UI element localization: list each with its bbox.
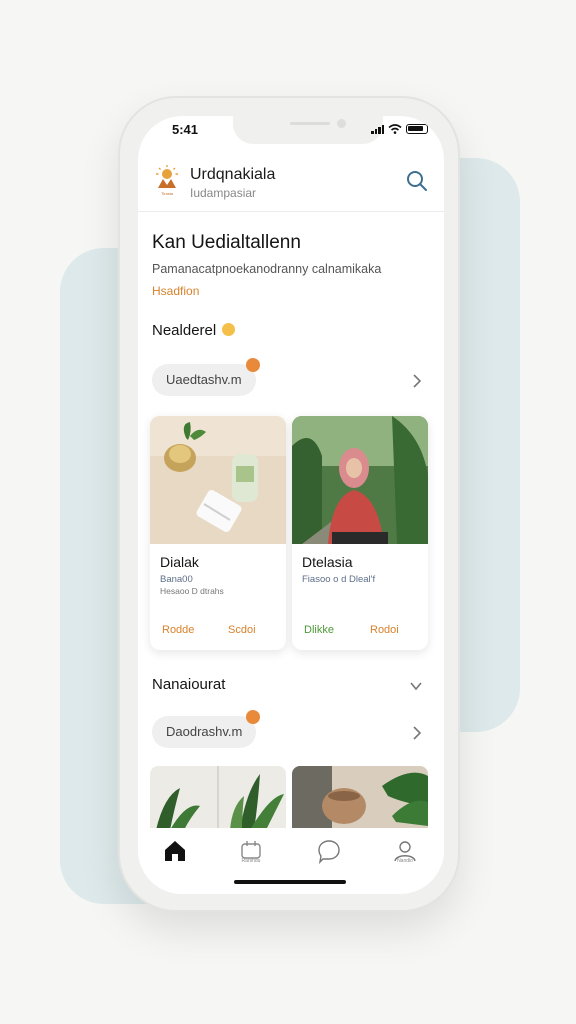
card-title: Dialak: [160, 554, 199, 570]
card-subtitle: Bana00: [160, 574, 193, 585]
speaker: [290, 122, 330, 125]
phone-screen: 5:41 Tirasta Urdqnakiala Iudampasiar Kan…: [138, 116, 444, 894]
card-action-secondary[interactable]: Rodoi: [370, 624, 399, 636]
phone-frame: 5:41 Tirasta Urdqnakiala Iudampasiar Kan…: [118, 96, 460, 912]
tab-label-profile: Nandio: [397, 858, 413, 864]
notch: [233, 116, 383, 144]
thumbnail-plants-image: [150, 766, 286, 830]
filter-chip-1-label: Uaedtashv.m: [166, 372, 242, 387]
notification-badge: [246, 710, 261, 724]
status-icons: [371, 124, 428, 134]
card-subtitle: Fiasoo o d Dleal'f: [302, 574, 376, 585]
section-title-1-label: Nealderel: [152, 322, 217, 339]
product-card-2[interactable]: Dtelasia Fiasoo o d Dleal'f Dlikke Rodoi: [292, 416, 428, 650]
notification-badge: [245, 358, 260, 372]
card-action-primary[interactable]: Rodde: [162, 624, 194, 636]
hero-title: Kan Uedialtallenn: [152, 232, 301, 253]
card-action-primary[interactable]: Dlikke: [304, 624, 334, 636]
card-image-2: [292, 416, 428, 544]
home-indicator: [234, 880, 346, 884]
card-action-secondary[interactable]: Scdoi: [228, 624, 256, 636]
thumbnail-plants[interactable]: [150, 766, 286, 830]
wifi-icon: [388, 124, 402, 134]
section-title-2: Nanaiourat: [152, 676, 226, 693]
signal-icon: [371, 125, 384, 134]
hero-link[interactable]: Hsadfion: [152, 284, 199, 298]
chevron-down-icon[interactable]: [410, 680, 422, 692]
logo-caption: Tirasta: [161, 191, 174, 196]
emoji-icon: [222, 322, 236, 336]
chevron-right-icon[interactable]: [412, 726, 422, 740]
home-icon[interactable]: [162, 838, 188, 864]
filter-chip-1[interactable]: Uaedtashv.m: [152, 358, 260, 396]
logo-icon: Tirasta: [156, 165, 178, 196]
camera: [337, 119, 346, 128]
hero-description: Pamanacatpnoekanodranny calnamikaka: [152, 262, 382, 276]
thumbnail-cup-image: [292, 766, 428, 830]
filter-chip-2[interactable]: Daodrashv.m: [152, 710, 261, 748]
card-image-1: [150, 416, 286, 544]
card-subtitle-secondary: Hesaoo D dtrahs: [160, 586, 224, 596]
app-header: Tirasta Urdqnakiala Iudampasiar: [138, 156, 444, 212]
bottom-tab-bar: Rarshdu Nandio: [138, 828, 444, 894]
chevron-right-icon[interactable]: [412, 374, 422, 388]
status-time: 5:41: [172, 122, 199, 137]
app-subtitle: Iudampasiar: [190, 186, 257, 200]
filter-chip-2-label: Daodrashv.m: [166, 724, 243, 739]
chat-icon[interactable]: [316, 838, 342, 864]
section-title-1: Nealderel: [152, 322, 236, 339]
thumbnail-cup[interactable]: [292, 766, 428, 830]
card-title: Dtelasia: [302, 554, 353, 570]
search-icon[interactable]: [406, 170, 428, 192]
tab-label-calendar: Rarshdu: [241, 858, 261, 864]
app-name: Urdqnakiala: [190, 166, 276, 183]
battery-icon: [406, 124, 428, 134]
product-card-1[interactable]: Dialak Bana00 Hesaoo D dtrahs Rodde Scdo…: [150, 416, 286, 650]
